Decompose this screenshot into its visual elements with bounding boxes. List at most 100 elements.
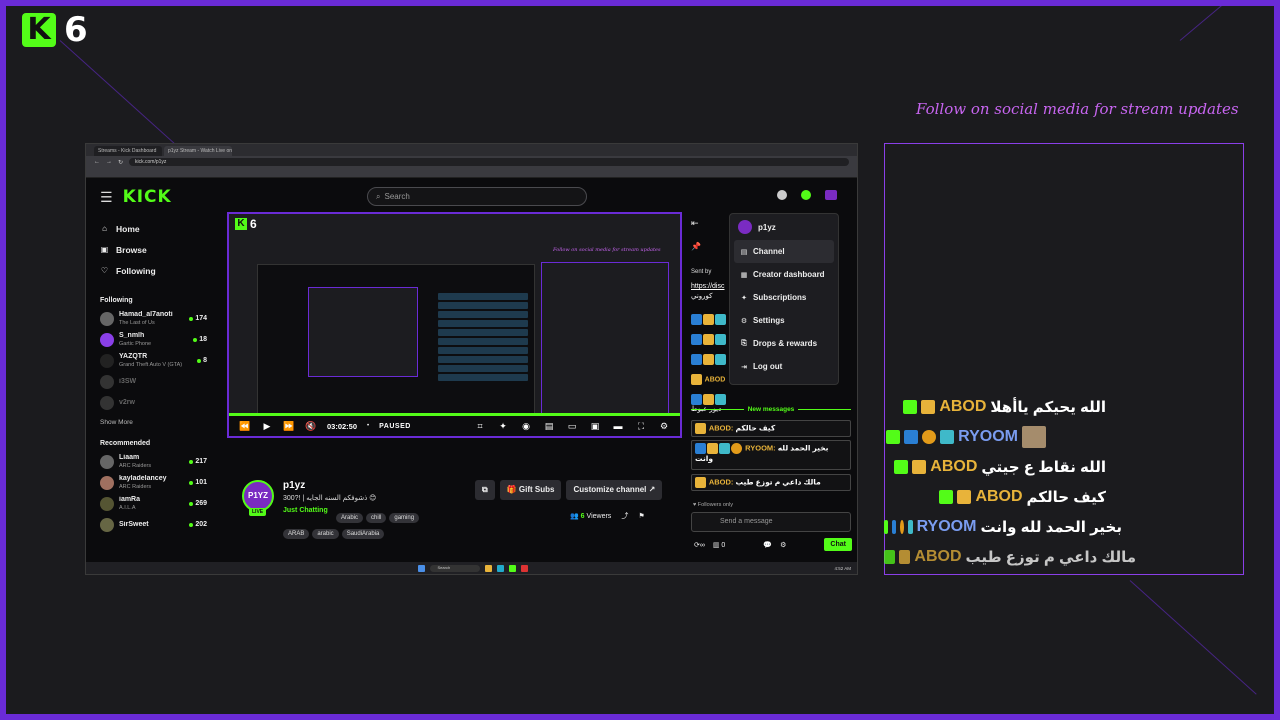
gift-subs-button[interactable]: 🎁 Gift Subs xyxy=(499,480,562,500)
chat-send-button[interactable]: Chat xyxy=(824,538,852,551)
new-messages-divider[interactable]: New messages xyxy=(691,406,851,413)
kick-icon[interactable] xyxy=(801,190,811,200)
gear-icon: ⚙ xyxy=(740,317,748,325)
rewind-icon[interactable]: ⏪ xyxy=(239,421,251,432)
gear-icon[interactable]: ⚙ xyxy=(658,421,670,432)
user-add-icon[interactable]: ⚑ xyxy=(638,512,644,520)
menu-item-creator-dashboard[interactable]: ▦ Creator dashboard xyxy=(730,263,838,286)
reload-icon[interactable]: ↻ xyxy=(118,159,123,166)
share-icon[interactable]: ⤴ xyxy=(621,511,628,521)
crown-badge-icon xyxy=(921,400,936,414)
sidebar-channel[interactable]: iamRa A.I.L.A 269 xyxy=(100,493,207,514)
bookmarks-bar xyxy=(86,168,857,178)
gift-badge-icon xyxy=(900,520,905,534)
tag[interactable]: arabic xyxy=(312,529,339,539)
avatar xyxy=(100,454,114,469)
gift-icon[interactable]: ▥ 0 xyxy=(713,541,725,549)
menu-item-drops[interactable]: ⎘ Drops & rewards xyxy=(730,332,838,355)
speed-icon[interactable]: ◉ xyxy=(520,421,532,432)
sidebar-channel[interactable]: v2rw xyxy=(100,392,207,413)
sidebar-channel[interactable]: YAZQTR Grand Theft Auto V (GTA) 8 xyxy=(100,350,207,371)
sidebar-item-home[interactable]: ⌂ Home xyxy=(100,218,207,239)
clock: 4:52 AM xyxy=(834,565,851,571)
time-display: 03:02:50 xyxy=(327,421,358,431)
avatar xyxy=(738,220,752,234)
customize-channel-button[interactable]: Customize channel ↗ xyxy=(566,480,663,500)
sparkle-icon[interactable]: ✦ xyxy=(497,421,509,432)
gear-icon[interactable]: ⚙ xyxy=(780,541,786,549)
sidebar-channel[interactable]: kayladelancey ARC Raiders 101 xyxy=(100,472,207,493)
forward-icon[interactable]: → xyxy=(106,159,112,165)
player-logo: K 6 xyxy=(235,217,257,231)
decor-line xyxy=(59,40,180,148)
nested-player xyxy=(308,287,418,377)
tag[interactable]: ARAB xyxy=(283,529,310,539)
menu-icon[interactable]: ☰ xyxy=(100,189,113,206)
sidebar-channel[interactable]: SirSweet 202 xyxy=(100,514,207,535)
chat-message[interactable]: ABOD: كيف حالكم xyxy=(691,420,851,437)
home-icon: ⌂ xyxy=(102,224,107,233)
menu-item-channel[interactable]: ▤ Channel xyxy=(734,240,834,263)
kick-k-icon: K xyxy=(22,13,56,47)
pickaxe-badge-icon xyxy=(892,520,897,534)
taskbar-search[interactable]: Search xyxy=(429,564,480,572)
sidebar-item-browse[interactable]: ▣ Browse xyxy=(100,239,207,260)
crown-badge-icon xyxy=(707,443,718,454)
mute-icon[interactable]: 🔇 xyxy=(305,421,317,432)
app-icon[interactable] xyxy=(520,564,528,572)
category-link[interactable]: Just Chatting xyxy=(283,507,328,514)
avatar[interactable] xyxy=(825,190,837,200)
search-input[interactable]: ⌕ Search xyxy=(367,187,587,206)
theater-icon[interactable]: ▬ xyxy=(612,421,624,432)
play-icon[interactable]: ▶ xyxy=(261,421,273,432)
pip-icon[interactable]: ▭ xyxy=(566,421,578,432)
stats-icon[interactable]: ▤ xyxy=(543,421,555,432)
live-dot-icon xyxy=(193,337,198,342)
menu-item-logout[interactable]: ⇥ Log out xyxy=(730,355,838,378)
sidebar-channel[interactable]: Liaam ARC Raiders 217 xyxy=(100,451,207,472)
crown-badge-icon xyxy=(695,477,706,488)
chat-input[interactable]: Send a message xyxy=(691,512,851,532)
clip-icon[interactable]: ⌗ xyxy=(474,421,486,432)
sidebar-channel[interactable]: S_nmlh Gartic Phone 18 xyxy=(100,329,207,350)
heart-icon: ♡ xyxy=(100,266,109,275)
forward-icon[interactable]: ⏩ xyxy=(283,421,295,432)
chat-bubble-icon[interactable]: 💬 xyxy=(763,541,772,549)
windows-icon[interactable] xyxy=(417,564,425,572)
video-player[interactable]: K 6 Follow on social media for stream up… xyxy=(227,212,682,438)
browser-tab-active[interactable]: p1yz Stream - Watch Live on Kick xyxy=(164,146,232,156)
tag[interactable]: SaudiArabia xyxy=(341,529,385,539)
chat-message[interactable]: RYOOM: بخير الحمد لله وانت xyxy=(691,440,851,470)
browser-icon[interactable] xyxy=(496,564,504,572)
crown-badge-icon xyxy=(695,423,706,434)
channel-name[interactable]: p1yz xyxy=(283,480,305,491)
wallet-icon[interactable] xyxy=(777,190,787,200)
points-icon[interactable]: ⟳∞ xyxy=(694,541,705,549)
taskbar: Search 4:52 AM xyxy=(86,562,857,574)
browser-tab[interactable]: Streams - Kick Dashboard xyxy=(94,146,162,156)
menu-item-settings[interactable]: ⚙ Settings xyxy=(730,309,838,332)
back-icon[interactable]: ← xyxy=(94,159,100,165)
chat-message[interactable]: ABOD: مالك داعي م توزع طيب xyxy=(691,474,851,491)
folder-icon[interactable] xyxy=(484,564,492,572)
app-icon[interactable] xyxy=(508,564,516,572)
decor-line xyxy=(1179,0,1273,41)
paused-label: PAUSED xyxy=(379,422,411,430)
url-field[interactable]: kick.com/p1yz xyxy=(129,158,849,166)
dropdown-header: p1yz xyxy=(730,214,838,240)
show-more-link[interactable]: Show More xyxy=(100,419,207,426)
channel-icon: ▤ xyxy=(740,248,748,256)
menu-item-subscriptions[interactable]: ✦ Subscriptions xyxy=(730,286,838,309)
sidebar-channel[interactable]: i3SW xyxy=(100,371,207,392)
cast-icon[interactable]: ▣ xyxy=(589,421,601,432)
clip-button[interactable]: ⧉ xyxy=(475,480,495,500)
live-dot-icon xyxy=(189,459,194,464)
subscriptions-icon: ✦ xyxy=(741,294,747,302)
fullscreen-icon[interactable]: ⛶ xyxy=(635,421,647,432)
tag[interactable]: gaming xyxy=(389,513,420,523)
sidebar-item-following[interactable]: ♡ Following xyxy=(100,260,207,281)
tag-list: ARAB arabic SaudiArabia xyxy=(283,522,387,540)
sidebar-channel[interactable]: Hamad_al7anoti The Last of Us 174 xyxy=(100,308,207,329)
pickaxe-badge-icon xyxy=(695,443,706,454)
kick-logo[interactable]: KICK xyxy=(123,187,172,207)
